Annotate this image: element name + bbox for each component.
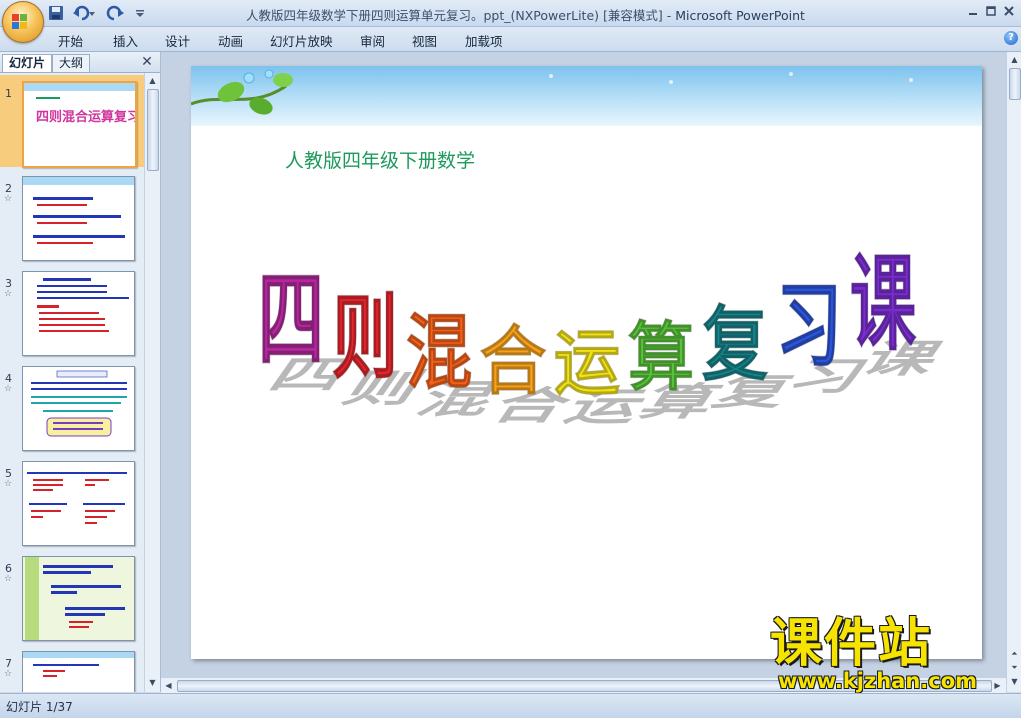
scroll-down-icon[interactable]: ▼ (147, 677, 158, 688)
thumbnail-content (23, 177, 134, 244)
scrollbar-thumb[interactable] (1009, 68, 1021, 100)
thumbnail-content (23, 557, 134, 640)
customize-qat-icon[interactable] (134, 4, 146, 22)
help-icon[interactable]: ? (1004, 31, 1018, 45)
slide-scrollbar[interactable]: ▲ ⏶ ⏷ ▼ (1006, 52, 1021, 692)
wordart-char: 合 (480, 318, 547, 405)
window-title: 人教版四年级数学下册四则运算单元复习。ppt_(NXPowerLite) [兼容… (246, 5, 805, 24)
current-slide[interactable]: 人教版四年级下册数学 四则混合运算复习课四则混合运算复习课 (191, 66, 982, 659)
wordart-char: 四 (258, 259, 324, 381)
animation-star-icon: ☆ (4, 669, 13, 679)
watermark-text: 课件站 (770, 614, 933, 674)
slides-panel: 幻灯片 大纲 ✕ 1 四则混合运算复习课 2 ☆ (0, 52, 161, 692)
wordart-title: 四则混合运算复习课四则混合运算复习课 (257, 243, 953, 430)
wordart-char: 混 (406, 305, 472, 400)
close-icon[interactable] (1000, 4, 1018, 18)
status-bar: 幻灯片 1/37 (0, 693, 1021, 718)
document-title: 人教版四年级数学下册四则运算单元复习。ppt_(NXPowerLite) [兼容… (246, 8, 663, 23)
slide-thumbnail[interactable] (22, 271, 135, 356)
scrollbar-thumb[interactable] (147, 89, 159, 171)
animation-star-icon: ☆ (4, 194, 13, 204)
slide-thumbnail[interactable] (22, 176, 135, 261)
animation-star-icon: ☆ (4, 289, 13, 299)
slide-thumbnail-row[interactable]: 1 四则混合运算复习课 (0, 75, 144, 168)
vine-decoration-icon (191, 69, 913, 115)
app-name: Microsoft PowerPoint (675, 8, 805, 23)
watermark-logo: 课件站 www.kjzhan.com (770, 615, 1010, 695)
slide-thumbnail[interactable] (22, 651, 135, 692)
save-icon[interactable] (48, 4, 64, 22)
thumbnail-content (23, 652, 134, 677)
tab-slideshow[interactable]: 幻灯片放映 (270, 31, 333, 50)
office-logo-icon (12, 14, 27, 29)
slide-editor: 人教版四年级下册数学 四则混合运算复习课四则混合运算复习课 (161, 52, 1006, 692)
slide-thumbnail[interactable] (22, 461, 135, 546)
office-button[interactable] (2, 1, 44, 43)
tab-slides[interactable]: 幻灯片 (2, 54, 53, 72)
panel-close-icon[interactable]: ✕ (140, 55, 154, 69)
svg-text:四则混合运算复习课: 四则混合运算复习课 (36, 109, 135, 125)
panel-tabs: 幻灯片 大纲 ✕ (0, 52, 160, 73)
tab-review[interactable]: 审阅 (360, 31, 385, 50)
slide-thumbnail[interactable]: 四则混合运算复习课 (22, 81, 137, 168)
thumbnail-content (37, 278, 129, 332)
slide-thumbnail-row[interactable]: 5 ☆ (0, 455, 144, 547)
wordart-char: 算 (628, 314, 694, 401)
wordart-char: 课 (850, 243, 917, 365)
ribbon-tabs: 开始 插入 设计 动画 幻灯片放映 审阅 视图 加载项 ? (0, 27, 1021, 52)
wordart-char: 运 (554, 322, 620, 405)
slide-header-banner (191, 66, 982, 126)
slide-subtitle: 人教版四年级下册数学 (285, 150, 476, 172)
slide-thumbnail-row[interactable]: 3 ☆ (0, 265, 144, 357)
title-separator: - (662, 8, 676, 23)
minimize-icon[interactable] (964, 4, 982, 18)
scroll-left-icon[interactable]: ◀ (163, 680, 174, 691)
tab-addins[interactable]: 加载项 (465, 31, 503, 50)
thumbnail-content (31, 370, 127, 437)
thumbnail-list: 1 四则混合运算复习课 2 ☆ (0, 73, 144, 692)
scroll-down-icon[interactable]: ▼ (1009, 676, 1020, 687)
slide-thumbnail-row[interactable]: 4 ☆ (0, 360, 144, 452)
slide-counter: 幻灯片 1/37 (6, 700, 73, 714)
slide-thumbnail-row[interactable]: 6 ☆ (0, 550, 144, 642)
thumbnail-content: 四则混合运算复习课 (24, 83, 135, 125)
wordart-char: 习 (776, 272, 842, 379)
watermark-url: www.kjzhan.com (778, 669, 978, 693)
slide-thumbnail-row[interactable]: 2 ☆ (0, 170, 144, 262)
thumbnail-content (27, 472, 127, 524)
undo-icon[interactable] (72, 4, 96, 22)
animation-star-icon: ☆ (4, 574, 13, 584)
maximize-icon[interactable] (982, 4, 1000, 18)
slide-thumbnail[interactable] (22, 366, 135, 451)
tab-outline[interactable]: 大纲 (52, 54, 91, 72)
redo-icon[interactable] (104, 4, 126, 22)
tab-animations[interactable]: 动画 (218, 31, 243, 50)
tab-home[interactable]: 开始 (58, 31, 83, 50)
slide-thumbnail[interactable] (22, 556, 135, 641)
tab-design[interactable]: 设计 (165, 31, 190, 50)
animation-star-icon: ☆ (4, 479, 13, 489)
scroll-up-icon[interactable]: ▲ (147, 75, 158, 86)
slide-number: 1 (5, 87, 12, 100)
tab-insert[interactable]: 插入 (113, 31, 138, 50)
scroll-up-icon[interactable]: ▲ (1009, 54, 1020, 65)
title-bar: 人教版四年级数学下册四则运算单元复习。ppt_(NXPowerLite) [兼容… (0, 0, 1021, 43)
animation-star-icon: ☆ (4, 384, 13, 394)
slide-thumbnail-row[interactable]: 7 ☆ (0, 645, 144, 692)
wordart-char: 复 (702, 297, 769, 392)
thumbnail-scrollbar[interactable]: ▲ ▼ (144, 73, 160, 692)
wordart-char: 则 (332, 284, 398, 391)
tab-view[interactable]: 视图 (412, 31, 437, 50)
